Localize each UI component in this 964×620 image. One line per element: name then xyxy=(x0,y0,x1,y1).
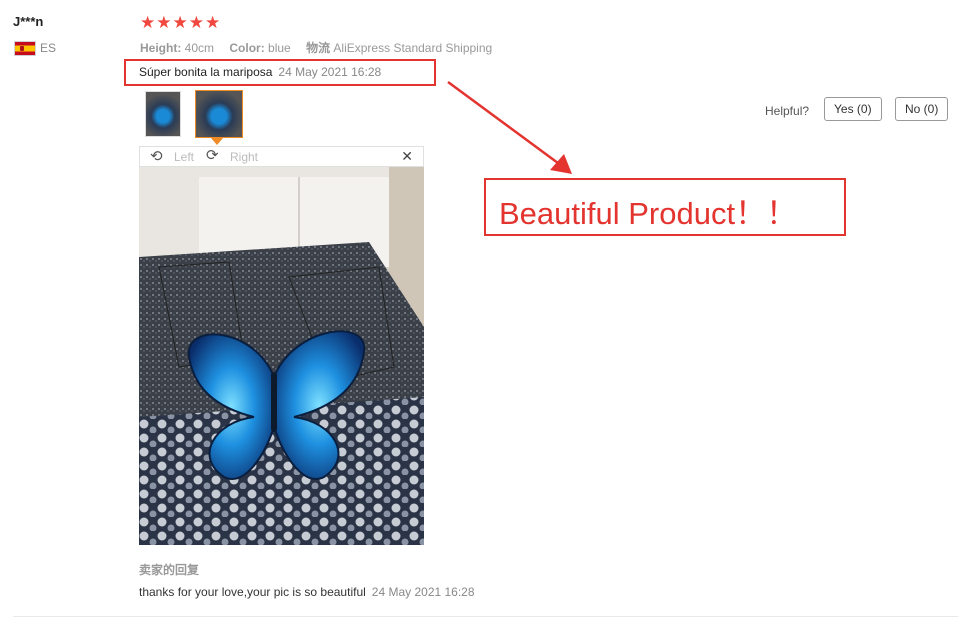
rotate-right-label[interactable]: Right xyxy=(230,150,258,164)
selected-thumbnail-pointer xyxy=(211,138,223,145)
seller-reply: thanks for your love,your pic is so beau… xyxy=(139,585,475,599)
shipping-label: 物流 xyxy=(306,41,331,55)
butterfly-pillow-photo xyxy=(139,167,424,545)
annotation-text: Beautiful Product！！ xyxy=(499,196,798,231)
review-photo-large xyxy=(139,167,424,545)
height-value: 40cm xyxy=(184,41,215,55)
star-rating: ★★★★★ xyxy=(140,13,222,32)
reviewer-name: J***n xyxy=(13,14,44,29)
order-attributes: Height: 40cm Color: blue 物流 AliExpress S… xyxy=(140,39,492,56)
seller-reply-label: 卖家的回复 xyxy=(139,563,200,577)
rotate-left-icon[interactable]: ⟲ xyxy=(150,147,163,165)
review-text: Súper bonita la mariposa 24 May 2021 16:2… xyxy=(139,65,381,79)
seller-reply-text: thanks for your love,your pic is so beau… xyxy=(139,585,366,599)
annotation-callout: Beautiful Product！！ xyxy=(484,178,846,236)
review-date: 24 May 2021 16:28 xyxy=(278,65,382,79)
review-photo-thumbnail-2-selected[interactable] xyxy=(195,90,243,138)
rotate-left-label[interactable]: Left xyxy=(174,150,194,164)
helpful-yes-button[interactable]: Yes (0) xyxy=(824,97,882,121)
height-label: Height: xyxy=(140,41,182,55)
shipping-value: AliExpress Standard Shipping xyxy=(333,41,493,55)
helpful-label: Helpful? xyxy=(765,104,810,118)
review-content: Súper bonita la mariposa xyxy=(139,65,273,79)
spain-flag-icon xyxy=(14,41,36,56)
color-label: Color: xyxy=(229,41,265,55)
helpful-no-button[interactable]: No (0) xyxy=(895,97,949,121)
reviewer-country: ES xyxy=(40,41,57,55)
rotate-right-icon[interactable]: ⟳ xyxy=(206,146,219,164)
image-viewer-toolbar: ⟲ Left ⟳ Right ✕ xyxy=(139,146,424,167)
review-photo-thumbnail-1[interactable] xyxy=(145,91,181,137)
close-icon[interactable]: ✕ xyxy=(401,148,413,165)
annotation-arrow xyxy=(447,80,572,174)
seller-reply-date: 24 May 2021 16:28 xyxy=(371,585,475,599)
color-value: blue xyxy=(268,41,291,55)
review-divider xyxy=(13,616,958,617)
